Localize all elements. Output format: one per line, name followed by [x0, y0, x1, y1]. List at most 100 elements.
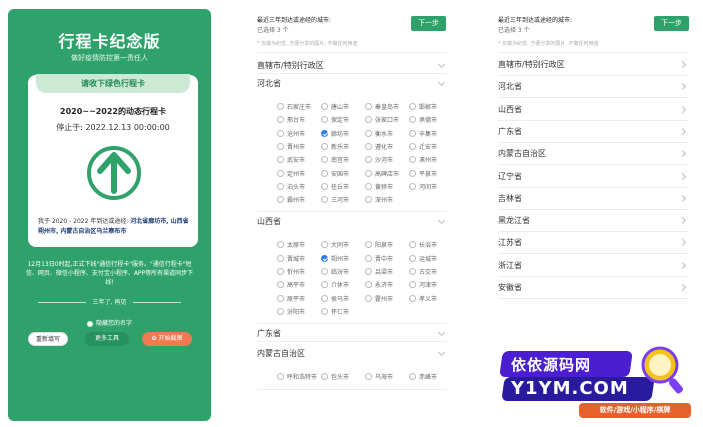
city-checkbox[interactable]: 任丘市: [321, 182, 349, 191]
checkbox-icon: [321, 241, 328, 249]
chevron-right-icon[interactable]: [678, 83, 687, 91]
city-checkbox[interactable]: 邢台市: [277, 115, 305, 124]
city-checkbox[interactable]: 阳泉市: [365, 240, 393, 249]
city-checkbox[interactable]: 深州市: [365, 195, 393, 204]
screenshot-button[interactable]: ✿ 开始截图: [142, 332, 192, 346]
province-item[interactable]: 山西省: [498, 104, 522, 115]
city-label: 高平市: [287, 282, 306, 290]
city-checkbox[interactable]: 衡水市: [365, 129, 393, 138]
more-tools-button[interactable]: 更多工具: [85, 332, 129, 346]
chevron-down-icon[interactable]: [437, 217, 446, 225]
city-checkbox[interactable]: 古交市: [409, 267, 437, 276]
city-checkbox[interactable]: 吕梁市: [365, 267, 393, 276]
province-item[interactable]: 内蒙古自治区: [257, 348, 305, 359]
city-checkbox[interactable]: 忻州市: [277, 267, 305, 276]
city-checkbox[interactable]: 新乐市: [321, 142, 349, 151]
chevron-right-icon[interactable]: [678, 127, 687, 135]
province-item[interactable]: 吉林省: [498, 193, 522, 204]
chevron-right-icon[interactable]: [678, 217, 687, 225]
city-checkbox[interactable]: 河津市: [409, 280, 437, 289]
city-checkbox[interactable]: 武安市: [277, 155, 305, 164]
city-checkbox[interactable]: 霸州市: [277, 195, 305, 204]
city-checkbox[interactable]: 包头市: [321, 372, 349, 381]
chevron-down-icon[interactable]: [437, 60, 446, 69]
province-item[interactable]: 内蒙古自治区: [498, 148, 546, 159]
chevron-right-icon[interactable]: [678, 239, 687, 247]
refill-button[interactable]: 重新填写: [28, 332, 68, 346]
chevron-down-icon[interactable]: [437, 78, 446, 87]
province-item[interactable]: 河北省: [498, 81, 522, 92]
city-checkbox[interactable]: 晋州市: [277, 142, 305, 151]
city-checkbox[interactable]: 孝义市: [409, 294, 437, 303]
province-item[interactable]: 广东省: [257, 328, 281, 339]
city-checkbox[interactable]: 运城市: [409, 254, 437, 263]
list-divider: [498, 97, 688, 99]
chevron-right-icon[interactable]: [678, 283, 687, 292]
chevron-right-icon[interactable]: [678, 172, 687, 180]
chevron-down-icon[interactable]: [437, 329, 446, 337]
chevron-right-icon[interactable]: [678, 150, 687, 158]
city-checkbox[interactable]: 临汾市: [321, 267, 349, 276]
city-label: 赤峰市: [419, 374, 438, 382]
middle-next-button[interactable]: 下一步: [411, 16, 446, 31]
city-checkbox[interactable]: 高平市: [277, 280, 305, 289]
city-checkbox[interactable]: 黄骅市: [365, 182, 393, 191]
city-checkbox[interactable]: 平泉市: [409, 169, 437, 178]
province-item[interactable]: 浙江省: [498, 260, 522, 271]
city-checkbox[interactable]: 高碑店市: [365, 169, 399, 178]
chevron-down-icon[interactable]: [437, 349, 446, 357]
city-checkbox[interactable]: 呼和浩特市: [277, 372, 317, 381]
city-checkbox[interactable]: 沧州市: [277, 129, 305, 138]
city-checkbox[interactable]: 邯郸市: [409, 102, 437, 111]
city-checkbox[interactable]: 南宫市: [321, 155, 349, 164]
city-checkbox[interactable]: 晋城市: [277, 254, 305, 263]
city-checkbox[interactable]: 承德市: [409, 115, 437, 124]
city-checkbox[interactable]: 大同市: [321, 240, 349, 249]
city-checkbox[interactable]: 朔州市: [321, 254, 349, 263]
city-checkbox[interactable]: 保定市: [321, 115, 349, 124]
province-item[interactable]: 安徽省: [498, 282, 522, 293]
city-checkbox[interactable]: 泊头市: [277, 182, 305, 191]
checkbox-icon: [277, 156, 284, 164]
city-checkbox[interactable]: 涿州市: [409, 155, 437, 164]
province-item[interactable]: 辽宁省: [498, 171, 522, 182]
city-checkbox[interactable]: 唐山市: [321, 102, 349, 111]
city-checkbox[interactable]: 沙河市: [365, 155, 393, 164]
hide-name-toggle[interactable]: 隐藏您的名字: [8, 318, 211, 327]
chevron-right-icon[interactable]: [678, 261, 687, 269]
city-checkbox[interactable]: 张家口市: [365, 115, 399, 124]
chevron-right-icon[interactable]: [678, 105, 687, 113]
city-checkbox[interactable]: 长治市: [409, 240, 437, 249]
city-checkbox[interactable]: 太原市: [277, 240, 305, 249]
chevron-right-icon[interactable]: [678, 194, 687, 202]
city-checkbox[interactable]: 晋中市: [365, 254, 393, 263]
city-checkbox[interactable]: 侯马市: [321, 294, 349, 303]
city-checkbox[interactable]: 乌海市: [365, 372, 393, 381]
city-checkbox[interactable]: 河间市: [409, 182, 437, 191]
province-item[interactable]: 山西省: [257, 216, 281, 227]
city-checkbox[interactable]: 原平市: [277, 294, 305, 303]
province-item[interactable]: 直辖市/特别行政区: [257, 60, 324, 71]
city-checkbox[interactable]: 安国市: [321, 169, 349, 178]
province-item[interactable]: 河北省: [257, 78, 281, 89]
city-checkbox[interactable]: 定州市: [277, 169, 305, 178]
province-item[interactable]: 江苏省: [498, 237, 522, 248]
city-checkbox[interactable]: 赤峰市: [409, 372, 437, 381]
city-checkbox[interactable]: 迁安市: [409, 142, 437, 151]
city-checkbox[interactable]: 介休市: [321, 280, 349, 289]
city-checkbox[interactable]: 辛集市: [409, 129, 437, 138]
city-checkbox[interactable]: 怀仁市: [321, 307, 349, 316]
city-checkbox[interactable]: 永济市: [365, 280, 393, 289]
right-next-button[interactable]: 下一步: [654, 16, 689, 31]
city-checkbox[interactable]: 遵化市: [365, 142, 393, 151]
chevron-right-icon[interactable]: [678, 60, 687, 69]
city-checkbox[interactable]: 三河市: [321, 195, 349, 204]
city-checkbox[interactable]: 霍州市: [365, 294, 393, 303]
city-checkbox[interactable]: 廊坊市: [321, 129, 349, 138]
city-checkbox[interactable]: 秦皇岛市: [365, 102, 399, 111]
city-checkbox[interactable]: 汾阳市: [277, 307, 305, 316]
province-item[interactable]: 黑龙江省: [498, 215, 530, 226]
province-item[interactable]: 直辖市/特别行政区: [498, 59, 565, 70]
province-item[interactable]: 广东省: [498, 126, 522, 137]
city-checkbox[interactable]: 石家庄市: [277, 102, 311, 111]
